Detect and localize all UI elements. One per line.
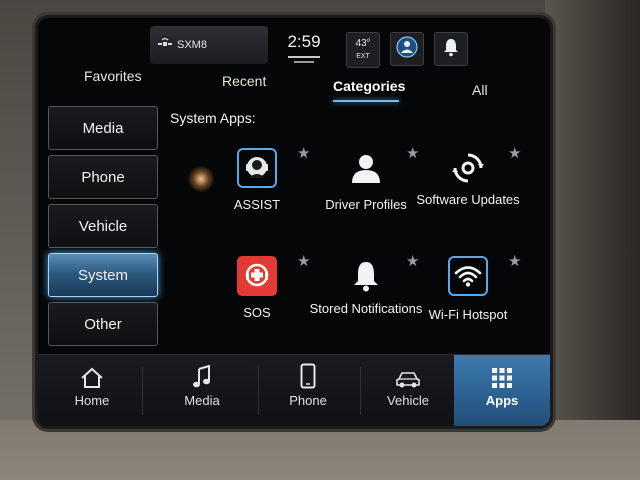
category-other[interactable]: Other (48, 302, 158, 346)
dashboard-lower-trim (0, 420, 640, 480)
clock: 2:59 (287, 32, 321, 51)
clock-underline-secondary (294, 61, 314, 63)
nav-label: Vehicle (387, 393, 429, 408)
clock-underline (288, 56, 320, 58)
app-assist[interactable]: ★ ASSIST (202, 138, 312, 238)
phone-icon (262, 355, 354, 389)
driver-profile-icon (346, 148, 386, 188)
nav-home[interactable]: Home (46, 355, 138, 426)
active-tab-indicator (333, 100, 399, 102)
nav-media[interactable]: Media (156, 355, 248, 426)
profile-status-button[interactable] (390, 32, 424, 66)
nav-label: Apps (485, 393, 519, 408)
sos-icon (237, 256, 277, 296)
notifications-button[interactable] (434, 32, 468, 66)
app-stored-notifications[interactable]: ★ Stored Notifications (310, 246, 423, 346)
app-sos[interactable]: ★ SOS (202, 246, 312, 346)
star-icon[interactable]: ★ (508, 144, 521, 162)
nav-label: Home (74, 393, 110, 408)
bottom-navigation: Home Media Phone Vehicle Apps (38, 354, 550, 426)
apps-grid-icon (454, 355, 550, 389)
app-label: Wi-Fi Hotspot (428, 307, 508, 322)
app-driver-profiles[interactable]: ★ Driver Profiles (311, 138, 421, 238)
satellite-icon (158, 37, 172, 53)
star-icon[interactable]: ★ (297, 144, 310, 162)
category-label: Media (82, 119, 124, 137)
software-update-icon (448, 148, 488, 188)
exterior-temperature[interactable]: 43° EXT (346, 32, 380, 68)
temperature-value: 43° (355, 38, 371, 49)
nav-label: Media (184, 393, 220, 408)
category-label: Vehicle (78, 217, 128, 235)
tab-favorites[interactable]: Favorites (84, 68, 142, 84)
dashboard-vent-area (545, 0, 640, 480)
nav-apps[interactable]: Apps (454, 355, 550, 426)
home-icon (46, 355, 138, 389)
temperature-unit: EXT (356, 53, 370, 60)
nav-divider (142, 367, 143, 415)
music-note-icon (156, 355, 248, 389)
bell-icon (346, 256, 386, 296)
infotainment-screen: SXM8 2:59 43° EXT Favorites Recent Categ… (38, 18, 550, 426)
status-bar: SXM8 2:59 43° EXT (38, 18, 550, 68)
app-label: Software Updates (416, 192, 520, 207)
tab-all[interactable]: All (472, 82, 488, 98)
category-phone[interactable]: Phone (48, 155, 158, 199)
category-media[interactable]: Media (48, 106, 158, 150)
star-icon[interactable]: ★ (297, 252, 310, 270)
vehicle-icon (362, 355, 454, 389)
section-title: System Apps: (170, 110, 256, 126)
tab-categories[interactable]: Categories (333, 78, 405, 94)
star-icon[interactable]: ★ (508, 252, 521, 270)
radio-source-button[interactable]: SXM8 (150, 26, 268, 64)
tab-recent[interactable]: Recent (222, 73, 266, 89)
app-software-updates[interactable]: ★ Software Updates (413, 138, 523, 238)
category-label: System (77, 266, 128, 284)
assist-agent-icon (237, 148, 277, 188)
category-system[interactable]: System (48, 253, 158, 297)
nav-label: Phone (289, 393, 327, 408)
nav-divider (360, 367, 361, 415)
category-label: Phone (81, 168, 125, 186)
wifi-icon (448, 256, 488, 296)
nav-divider (258, 367, 259, 415)
radio-station-label: SXM8 (177, 39, 207, 51)
bell-icon (442, 37, 460, 62)
category-vehicle[interactable]: Vehicle (48, 204, 158, 248)
nav-phone[interactable]: Phone (262, 355, 354, 426)
app-wifi-hotspot[interactable]: ★ Wi-Fi Hotspot (413, 246, 523, 346)
category-label: Other (84, 315, 122, 333)
app-view-tabs: Favorites Recent Categories All (38, 66, 550, 106)
nav-vehicle[interactable]: Vehicle (362, 355, 454, 426)
person-badge-icon (396, 35, 418, 63)
